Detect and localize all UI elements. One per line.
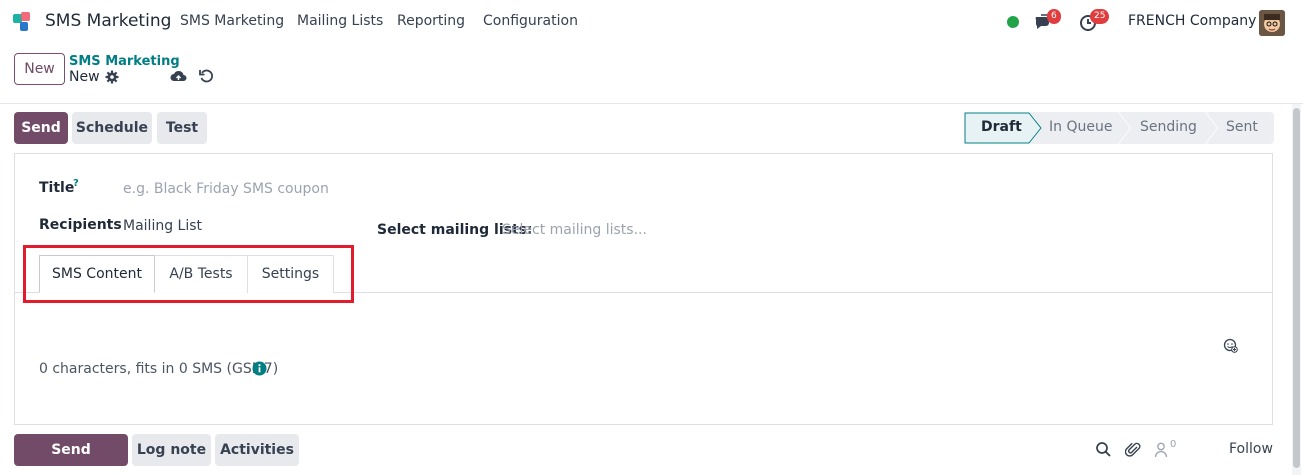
stage-sent[interactable]: Sent <box>1226 119 1258 135</box>
title-help-tooltip[interactable]: ? <box>73 178 79 189</box>
scrollbar-thumb[interactable] <box>1293 108 1300 468</box>
online-status-dot <box>1007 16 1019 28</box>
schedule-button[interactable]: Schedule <box>72 112 152 144</box>
activities-button[interactable]: Activities <box>215 434 299 466</box>
recipients-label: Recipients <box>39 217 122 233</box>
company-switcher[interactable]: FRENCH Company <box>1128 13 1256 29</box>
messages-count-badge: 6 <box>1047 9 1061 24</box>
control-panel-divider <box>0 103 1303 104</box>
emoji-picker-icon[interactable] <box>1223 338 1238 353</box>
user-avatar[interactable] <box>1259 10 1285 36</box>
paperclip-icon[interactable] <box>1125 441 1142 458</box>
log-note-button[interactable]: Log note <box>132 434 211 466</box>
activities-count-badge: 25 <box>1090 9 1110 24</box>
follow-button[interactable]: Follow <box>1229 441 1273 457</box>
discard-undo-icon[interactable] <box>199 68 214 84</box>
sms-char-count: 0 characters, fits in 0 SMS (GSM7) <box>39 361 279 377</box>
stage-in-queue[interactable]: In Queue <box>1049 119 1112 135</box>
stage-sending[interactable]: Sending <box>1140 119 1197 135</box>
save-cloud-icon[interactable] <box>170 68 187 84</box>
menu-sms-marketing[interactable]: SMS Marketing <box>180 13 284 29</box>
new-record-button[interactable]: New <box>14 53 65 85</box>
gear-icon[interactable] <box>105 70 119 84</box>
followers-user-icon[interactable] <box>1153 441 1170 458</box>
user-face-icon <box>1259 10 1285 36</box>
stage-draft[interactable]: Draft <box>981 119 1022 135</box>
send-message-button[interactable]: Send message <box>14 434 128 475</box>
record-name: New <box>69 69 100 85</box>
info-icon[interactable] <box>252 361 267 376</box>
test-button[interactable]: Test <box>157 112 207 144</box>
send-button[interactable]: Send <box>14 112 68 144</box>
title-label: Title <box>39 180 75 196</box>
app-logo-icon[interactable] <box>12 11 36 33</box>
breadcrumb-sms-marketing[interactable]: SMS Marketing <box>69 54 180 69</box>
menu-configuration[interactable]: Configuration <box>483 13 578 29</box>
menu-reporting[interactable]: Reporting <box>397 13 465 29</box>
title-input[interactable]: e.g. Black Friday SMS coupon <box>123 181 329 197</box>
top-navbar: SMS Marketing SMS Marketing Mailing List… <box>0 0 1303 44</box>
mailing-lists-input[interactable]: Select mailing lists... <box>502 222 647 238</box>
tabs-highlight-box <box>23 245 354 303</box>
menu-mailing-lists[interactable]: Mailing Lists <box>297 13 383 29</box>
followers-count: 0 <box>1170 439 1177 450</box>
search-icon[interactable] <box>1095 441 1112 458</box>
recipients-select[interactable]: Mailing List <box>123 218 202 234</box>
app-name[interactable]: SMS Marketing <box>45 11 171 31</box>
